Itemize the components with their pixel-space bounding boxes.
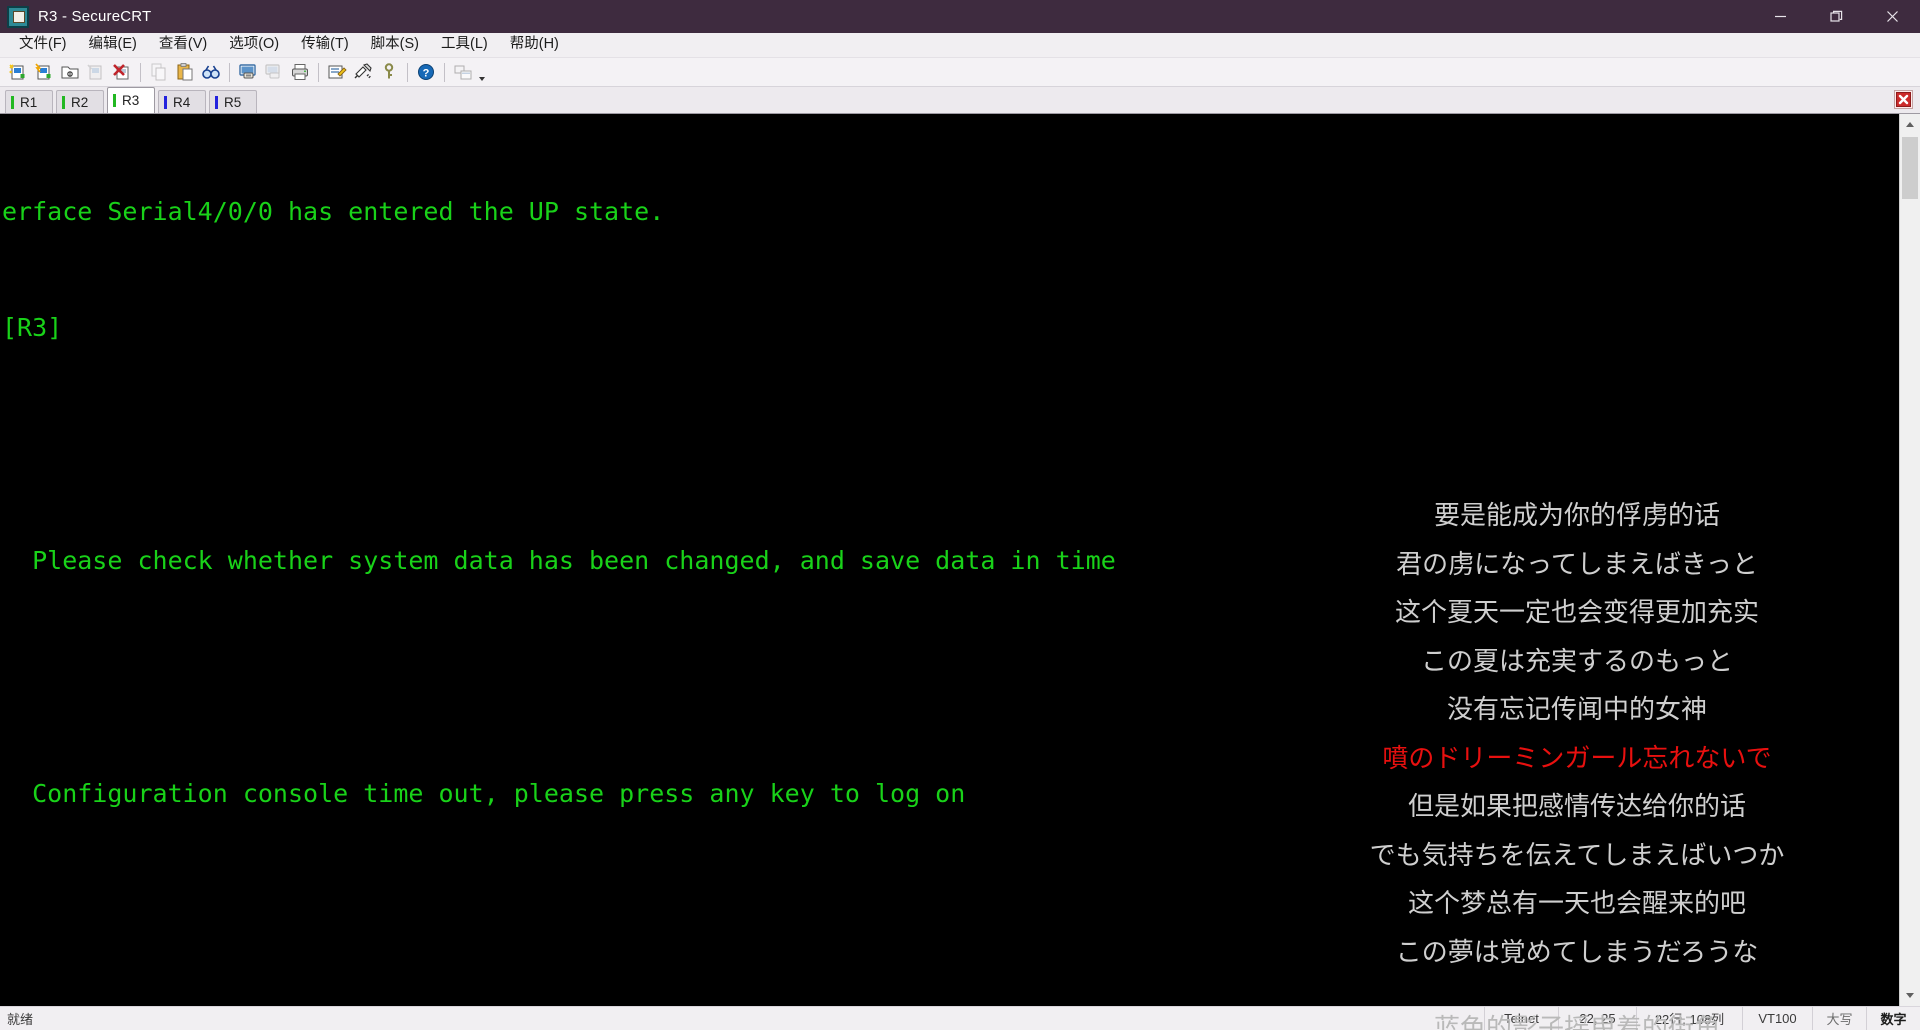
connect-local-icon[interactable] bbox=[57, 60, 82, 85]
window-title: R3 - SecureCRT bbox=[38, 8, 152, 25]
close-tab-icon[interactable] bbox=[1894, 90, 1913, 109]
menu-help[interactable]: 帮助(H) bbox=[499, 34, 570, 56]
tile-icon[interactable] bbox=[450, 60, 475, 85]
tab-label: R2 bbox=[71, 94, 89, 110]
svg-text:?: ? bbox=[422, 68, 429, 80]
terminal-line: Configuration console time out, please p… bbox=[2, 778, 966, 808]
print-icon[interactable] bbox=[287, 60, 312, 85]
status-screen-size: 22行, 108列 bbox=[1636, 1006, 1742, 1030]
status-emulation: VT100 bbox=[1742, 1006, 1812, 1030]
terminal-line: Please check whether system data has bee… bbox=[2, 545, 1116, 575]
toolbar-separator bbox=[229, 62, 230, 82]
menu-bar: 文件(F) 编辑(E) 查看(V) 选项(O) 传输(T) 脚本(S) 工具(L… bbox=[0, 33, 1920, 58]
terminal-line: [R3] bbox=[2, 312, 63, 342]
menu-script[interactable]: 脚本(S) bbox=[360, 34, 430, 56]
terminal-area: erface Serial4/0/0 has entered the UP st… bbox=[0, 114, 1920, 1006]
print-screen-icon[interactable] bbox=[235, 60, 260, 85]
tab-r4[interactable]: R4 bbox=[158, 90, 206, 113]
session-tab-bar: R1 R2 R3 R4 R5 bbox=[0, 87, 1920, 114]
disconnect-icon[interactable] bbox=[109, 60, 134, 85]
menu-view[interactable]: 查看(V) bbox=[148, 34, 218, 56]
toolbar-separator bbox=[444, 62, 445, 82]
terminal-line: erface Serial4/0/0 has entered the UP st… bbox=[2, 196, 665, 226]
status-num-lock: 数字 bbox=[1866, 1006, 1920, 1030]
global-options-icon[interactable] bbox=[350, 60, 375, 85]
terminal-screen[interactable]: erface Serial4/0/0 has entered the UP st… bbox=[0, 114, 1899, 1006]
tab-r5[interactable]: R5 bbox=[209, 90, 257, 113]
toolbar-separator bbox=[318, 62, 319, 82]
close-window-button[interactable] bbox=[1864, 0, 1920, 33]
terminal-output: erface Serial4/0/0 has entered the UP st… bbox=[0, 114, 1899, 1006]
menu-tools[interactable]: 工具(L) bbox=[430, 34, 499, 56]
scrollbar-track[interactable] bbox=[1900, 135, 1920, 985]
reconnect-icon[interactable] bbox=[83, 60, 108, 85]
maximize-restore-button[interactable] bbox=[1808, 0, 1864, 33]
tab-label: R5 bbox=[224, 94, 242, 110]
tab-r3[interactable]: R3 bbox=[107, 87, 155, 113]
status-ready-label: 就绪 bbox=[7, 1012, 34, 1027]
tab-status-indicator bbox=[113, 94, 116, 107]
status-cursor-position: 22, 25 bbox=[1558, 1006, 1636, 1030]
new-session-icon[interactable] bbox=[5, 60, 30, 85]
tab-label: R3 bbox=[122, 93, 140, 108]
connect-icon[interactable] bbox=[31, 60, 56, 85]
scroll-down-icon[interactable] bbox=[1900, 985, 1920, 1006]
tab-r1[interactable]: R1 bbox=[5, 90, 53, 113]
tab-status-indicator bbox=[215, 95, 218, 109]
tab-status-indicator bbox=[62, 95, 65, 109]
toolbar-overflow-button[interactable] bbox=[476, 60, 487, 85]
securecrt-window: R3 - SecureCRT 文件(F) 编辑(E) 查看(V) 选项(O) 传… bbox=[0, 0, 1920, 1030]
tab-label: R4 bbox=[173, 94, 191, 110]
tab-label: R1 bbox=[20, 94, 38, 110]
menu-transfer[interactable]: 传输(T) bbox=[290, 34, 360, 56]
securecrt-icon bbox=[7, 5, 29, 28]
paste-icon[interactable] bbox=[172, 60, 197, 85]
tab-r2[interactable]: R2 bbox=[56, 90, 104, 113]
find-icon[interactable] bbox=[198, 60, 223, 85]
scroll-up-icon[interactable] bbox=[1900, 114, 1920, 135]
tab-status-indicator bbox=[164, 95, 167, 109]
log-session-icon[interactable] bbox=[261, 60, 286, 85]
terminal-scrollbar[interactable] bbox=[1899, 114, 1920, 1006]
scrollbar-thumb[interactable] bbox=[1902, 137, 1918, 199]
session-options-icon[interactable] bbox=[324, 60, 349, 85]
status-bar: 就绪 Telnet 22, 25 22行, 108列 VT100 大写 数字 蓝… bbox=[0, 1006, 1920, 1030]
title-bar: R3 - SecureCRT bbox=[0, 0, 1920, 33]
status-protocol: Telnet bbox=[1484, 1006, 1558, 1030]
toolbar-separator bbox=[140, 62, 141, 82]
status-caps-lock: 大写 bbox=[1812, 1006, 1866, 1030]
menu-options[interactable]: 选项(O) bbox=[218, 34, 290, 56]
help-icon[interactable]: ? bbox=[413, 60, 438, 85]
toolbar: ? bbox=[0, 58, 1920, 87]
menu-edit[interactable]: 编辑(E) bbox=[78, 34, 148, 56]
minimize-button[interactable] bbox=[1752, 0, 1808, 33]
key-icon[interactable] bbox=[376, 60, 401, 85]
copy-icon[interactable] bbox=[146, 60, 171, 85]
menu-file[interactable]: 文件(F) bbox=[8, 34, 78, 56]
tab-status-indicator bbox=[11, 95, 14, 109]
toolbar-separator bbox=[407, 62, 408, 82]
